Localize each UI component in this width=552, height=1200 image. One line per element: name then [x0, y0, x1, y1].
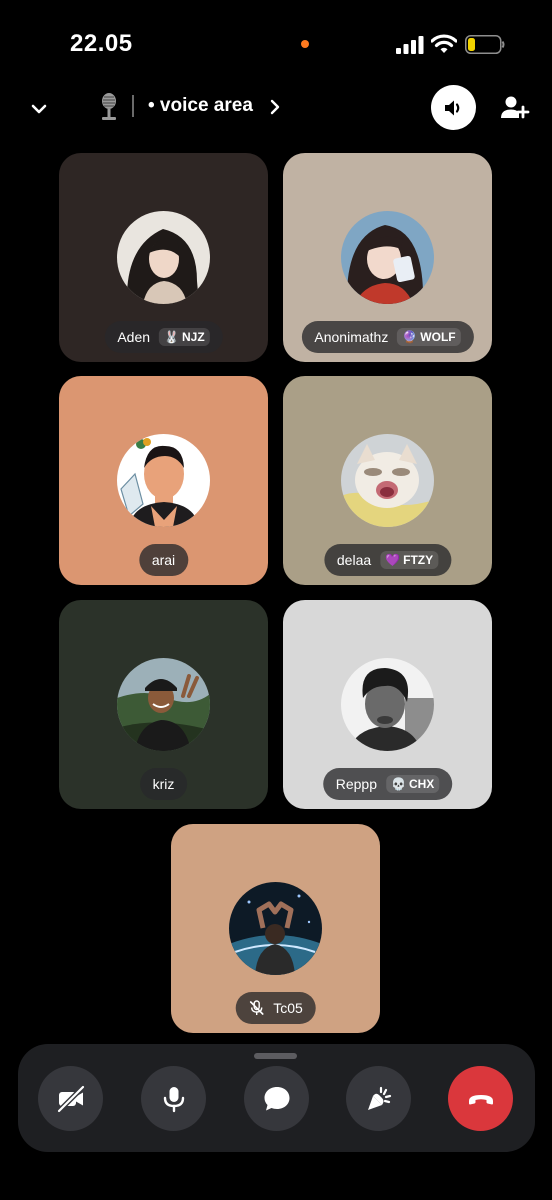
status-bar: 22.05: [0, 0, 552, 90]
wifi-icon: [431, 34, 457, 53]
avatar: [117, 211, 210, 304]
microphone-icon: [163, 1086, 184, 1112]
participant-name: delaa: [336, 552, 372, 568]
participant-name: arai: [151, 552, 176, 568]
server-tag-label: NJZ: [181, 330, 205, 344]
add-user-icon[interactable]: [498, 92, 530, 124]
participant-nameplate: delaa 💜 FTZY: [323, 544, 452, 576]
call-controls-bar: [18, 1044, 535, 1152]
avatar: [341, 211, 434, 304]
recording-indicator-dot: [301, 40, 309, 48]
participant-name: Aden: [117, 329, 151, 345]
skull-icon: 💀: [390, 777, 406, 791]
participant-tile-delaa[interactable]: delaa 💜 FTZY: [283, 376, 492, 585]
avatar: [117, 434, 210, 527]
participant-nameplate: Reppp 💀 CHX: [322, 768, 453, 800]
participant-tile-aden[interactable]: Aden 🐰 NJZ: [59, 153, 268, 362]
microphone-muted-icon: [249, 1000, 264, 1015]
server-tag-label: WOLF: [420, 330, 456, 344]
participant-tile-arai[interactable]: arai: [59, 376, 268, 585]
cellular-signal-icon: [396, 36, 424, 54]
server-tag: 🔮 WOLF: [397, 328, 461, 346]
status-time: 22.05: [70, 30, 133, 57]
hang-up-icon: [468, 1094, 493, 1104]
chat-bubble-icon: [264, 1086, 289, 1110]
server-tag: 🐰 NJZ: [159, 328, 210, 346]
speaker-button[interactable]: [431, 85, 476, 130]
server-tag: 💜 FTZY: [380, 551, 439, 569]
microphone-toggle-button[interactable]: [141, 1066, 206, 1131]
participant-tile-tc05[interactable]: Tc05: [171, 824, 380, 1033]
chevron-down-icon[interactable]: [26, 96, 52, 122]
voice-channel-header: • voice area: [0, 80, 552, 136]
participant-nameplate: arai: [138, 544, 189, 576]
chevron-right-icon[interactable]: [265, 96, 285, 118]
drawer-handle[interactable]: [254, 1053, 297, 1059]
server-tag-label: CHX: [408, 777, 435, 791]
participant-name: Reppp: [335, 776, 377, 792]
rocket-icon: [367, 1086, 391, 1110]
purple-heart-icon: 💜: [385, 553, 401, 567]
participant-name: Tc05: [273, 1000, 303, 1016]
avatar: [117, 658, 210, 751]
participant-tile-anonimathz[interactable]: Anonimathz 🔮 WOLF: [283, 153, 492, 362]
participant-tile-reppp[interactable]: Reppp 💀 CHX: [283, 600, 492, 809]
channel-name[interactable]: • voice area: [148, 95, 253, 117]
participant-nameplate: Anonimathz 🔮 WOLF: [301, 321, 474, 353]
participant-nameplate: Aden 🐰 NJZ: [104, 321, 223, 353]
participant-tile-kriz[interactable]: kriz: [59, 600, 268, 809]
avatar: [341, 658, 434, 751]
battery-icon: [465, 35, 505, 54]
participant-name: Anonimathz: [314, 329, 389, 345]
crystal-ball-icon: 🔮: [402, 330, 418, 344]
participant-nameplate: Tc05: [235, 992, 316, 1024]
participant-name: kriz: [152, 776, 175, 792]
speaker-icon: [444, 100, 459, 115]
avatar: [229, 882, 322, 975]
microphone-stand-icon: [102, 93, 116, 120]
camera-off-icon: [56, 1084, 85, 1113]
avatar: [341, 434, 434, 527]
server-tag: 💀 CHX: [385, 775, 440, 793]
camera-toggle-button[interactable]: [38, 1066, 103, 1131]
bunny-icon: 🐰: [164, 330, 179, 344]
header-divider: [132, 95, 134, 117]
hang-up-button[interactable]: [448, 1066, 513, 1131]
chat-button[interactable]: [244, 1066, 309, 1131]
participant-nameplate: kriz: [139, 768, 188, 800]
server-tag-label: FTZY: [403, 553, 434, 567]
activities-button[interactable]: [346, 1066, 411, 1131]
